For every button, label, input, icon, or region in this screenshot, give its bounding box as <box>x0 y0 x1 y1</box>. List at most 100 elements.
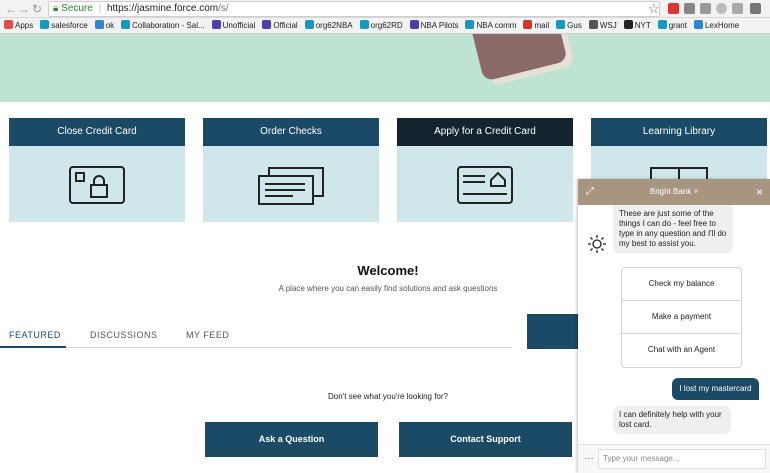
bot-message: These are just some of the things I can … <box>613 205 733 253</box>
bookmark-icon <box>304 20 314 29</box>
side-action-button[interactable] <box>527 314 579 349</box>
chat-widget: ⤢ Bright Bank ˅ × These are just some of… <box>578 179 770 473</box>
bookmark-label: NYT <box>634 21 651 30</box>
forward-icon[interactable]: → <box>18 2 30 16</box>
secure-label: Secure <box>61 3 93 14</box>
chevron-down-icon[interactable]: ˅ <box>693 187 698 196</box>
option-chat-agent[interactable]: Chat with an Agent <box>622 334 741 367</box>
bookmark-label: NBA Pilots <box>420 21 459 30</box>
bookmark-item[interactable]: mail <box>523 18 550 33</box>
bookmark-item[interactable]: org62RD <box>359 18 403 33</box>
bookmark-icon <box>4 20 13 29</box>
bookmark-item[interactable]: NBA Pilots <box>409 18 459 33</box>
welcome-title: Welcome! <box>357 263 419 278</box>
extension-icon[interactable] <box>700 3 711 14</box>
bookmark-icon <box>657 20 667 29</box>
bookmark-icon <box>359 20 369 29</box>
bookmark-label: Unofficial <box>222 21 256 30</box>
bookmark-icon <box>211 20 221 29</box>
bookmark-label: org62RD <box>370 21 403 30</box>
tile-order-checks[interactable]: Order Checks <box>203 118 379 222</box>
more-icon[interactable]: … <box>584 451 594 462</box>
bot-avatar-icon <box>588 235 606 253</box>
tab-discussions[interactable]: DISCUSSIONS <box>90 330 158 340</box>
browser-toolbar: ← → ↻ 🔒︎ Secure | https://jasmine.force.… <box>0 0 770 18</box>
tile-title: Close Credit Card <box>9 118 185 146</box>
active-tab-indicator <box>0 346 66 348</box>
bookmark-icon <box>262 20 272 29</box>
url-path: /s/ <box>218 3 229 14</box>
address-bar[interactable]: 🔒︎ Secure | https://jasmine.force.com/s/ <box>48 1 660 17</box>
bookmark-item[interactable]: Official <box>262 18 298 33</box>
bookmark-item[interactable]: ok <box>94 18 115 33</box>
bookmark-icon <box>40 20 50 29</box>
bookmark-item[interactable]: Apps <box>4 18 33 33</box>
welcome-subtitle: A place where you can easily find soluti… <box>278 284 498 293</box>
bookmark-star-icon[interactable]: ☆ <box>648 1 660 17</box>
credit-card-icon <box>457 166 513 204</box>
chat-footer: … Type your message... <box>578 444 770 473</box>
bookmark-item[interactable]: grant <box>657 18 687 33</box>
bookmark-item[interactable]: NBA comm <box>465 18 517 33</box>
chat-message-input[interactable]: Type your message... <box>598 449 766 469</box>
bookmark-label: LexHome <box>704 21 740 30</box>
option-make-payment[interactable]: Make a payment <box>622 301 741 334</box>
bookmark-label: grant <box>668 21 687 30</box>
bookmark-item[interactable]: WSJ <box>588 18 617 33</box>
bookmark-label: NBA comm <box>476 21 517 30</box>
bookmark-label: org62NBA <box>315 21 353 30</box>
bookmark-label: Collaboration - Sal... <box>132 21 205 30</box>
contact-support-button[interactable]: Contact Support <box>399 422 572 457</box>
url-host: https://jasmine.force.com <box>106 3 219 14</box>
bookmark-label: Official <box>273 21 298 30</box>
bookmark-item[interactable]: salesforce <box>40 18 88 33</box>
bookmark-item[interactable]: Unofficial <box>211 18 256 33</box>
extension-icon[interactable] <box>716 3 727 14</box>
tile-apply-credit-card[interactable]: Apply for a Credit Card <box>397 118 573 222</box>
reload-icon[interactable]: ↻ <box>32 2 42 16</box>
tab-featured[interactable]: FEATURED <box>9 330 61 340</box>
option-check-balance[interactable]: Check my balance <box>622 268 741 301</box>
bookmark-icon <box>588 20 598 29</box>
lock-card-icon <box>69 166 125 204</box>
bookmark-label: salesforce <box>51 21 88 30</box>
lock-icon: 🔒︎ <box>53 3 59 14</box>
bookmark-item[interactable]: Gus <box>556 18 582 33</box>
bookmark-icon <box>94 20 104 29</box>
close-icon[interactable]: × <box>756 179 763 205</box>
chat-header: ⤢ Bright Bank ˅ × <box>578 179 770 205</box>
bookmarks-bar: Apps salesforce ok Collaboration - Sal... Un… <box>0 18 770 34</box>
bookmark-label: mail <box>534 21 550 30</box>
bookmark-icon <box>623 20 633 29</box>
bookmark-item[interactable]: Collaboration - Sal... <box>121 18 205 33</box>
bookmark-label: WSJ <box>599 21 617 30</box>
bookmark-item[interactable]: LexHome <box>693 18 740 33</box>
bookmark-icon <box>121 20 131 29</box>
tile-title: Order Checks <box>203 118 379 146</box>
extension-icon[interactable] <box>684 3 695 14</box>
help-prompt: Don't see what you're looking for? <box>327 392 448 401</box>
bookmark-label: Gus <box>567 21 582 30</box>
back-icon[interactable]: ← <box>5 2 17 16</box>
extension-icon[interactable] <box>732 3 743 14</box>
bookmark-icon <box>409 20 419 29</box>
checks-icon <box>258 167 324 205</box>
tab-my-feed[interactable]: MY FEED <box>186 330 229 340</box>
tile-title: Apply for a Credit Card <box>397 118 573 146</box>
bookmark-icon <box>465 20 475 29</box>
bookmark-label: ok <box>105 21 115 30</box>
menu-icon[interactable] <box>750 3 761 14</box>
extension-icon[interactable] <box>668 3 679 14</box>
chat-options: Check my balance Make a payment Chat wit… <box>621 267 742 368</box>
hero-banner <box>0 34 770 102</box>
bot-reply: I can definitely help with your lost car… <box>613 406 731 434</box>
ask-question-button[interactable]: Ask a Question <box>205 422 378 457</box>
bookmark-icon <box>556 20 566 29</box>
tile-close-credit-card[interactable]: Close Credit Card <box>9 118 185 222</box>
tile-title: Learning Library <box>591 118 767 146</box>
expand-icon[interactable]: ⤢ <box>586 179 594 205</box>
bookmark-icon <box>523 20 533 29</box>
user-message: I lost my mastercard <box>672 378 759 400</box>
bookmark-item[interactable]: org62NBA <box>304 18 353 33</box>
bookmark-item[interactable]: NYT <box>623 18 651 33</box>
